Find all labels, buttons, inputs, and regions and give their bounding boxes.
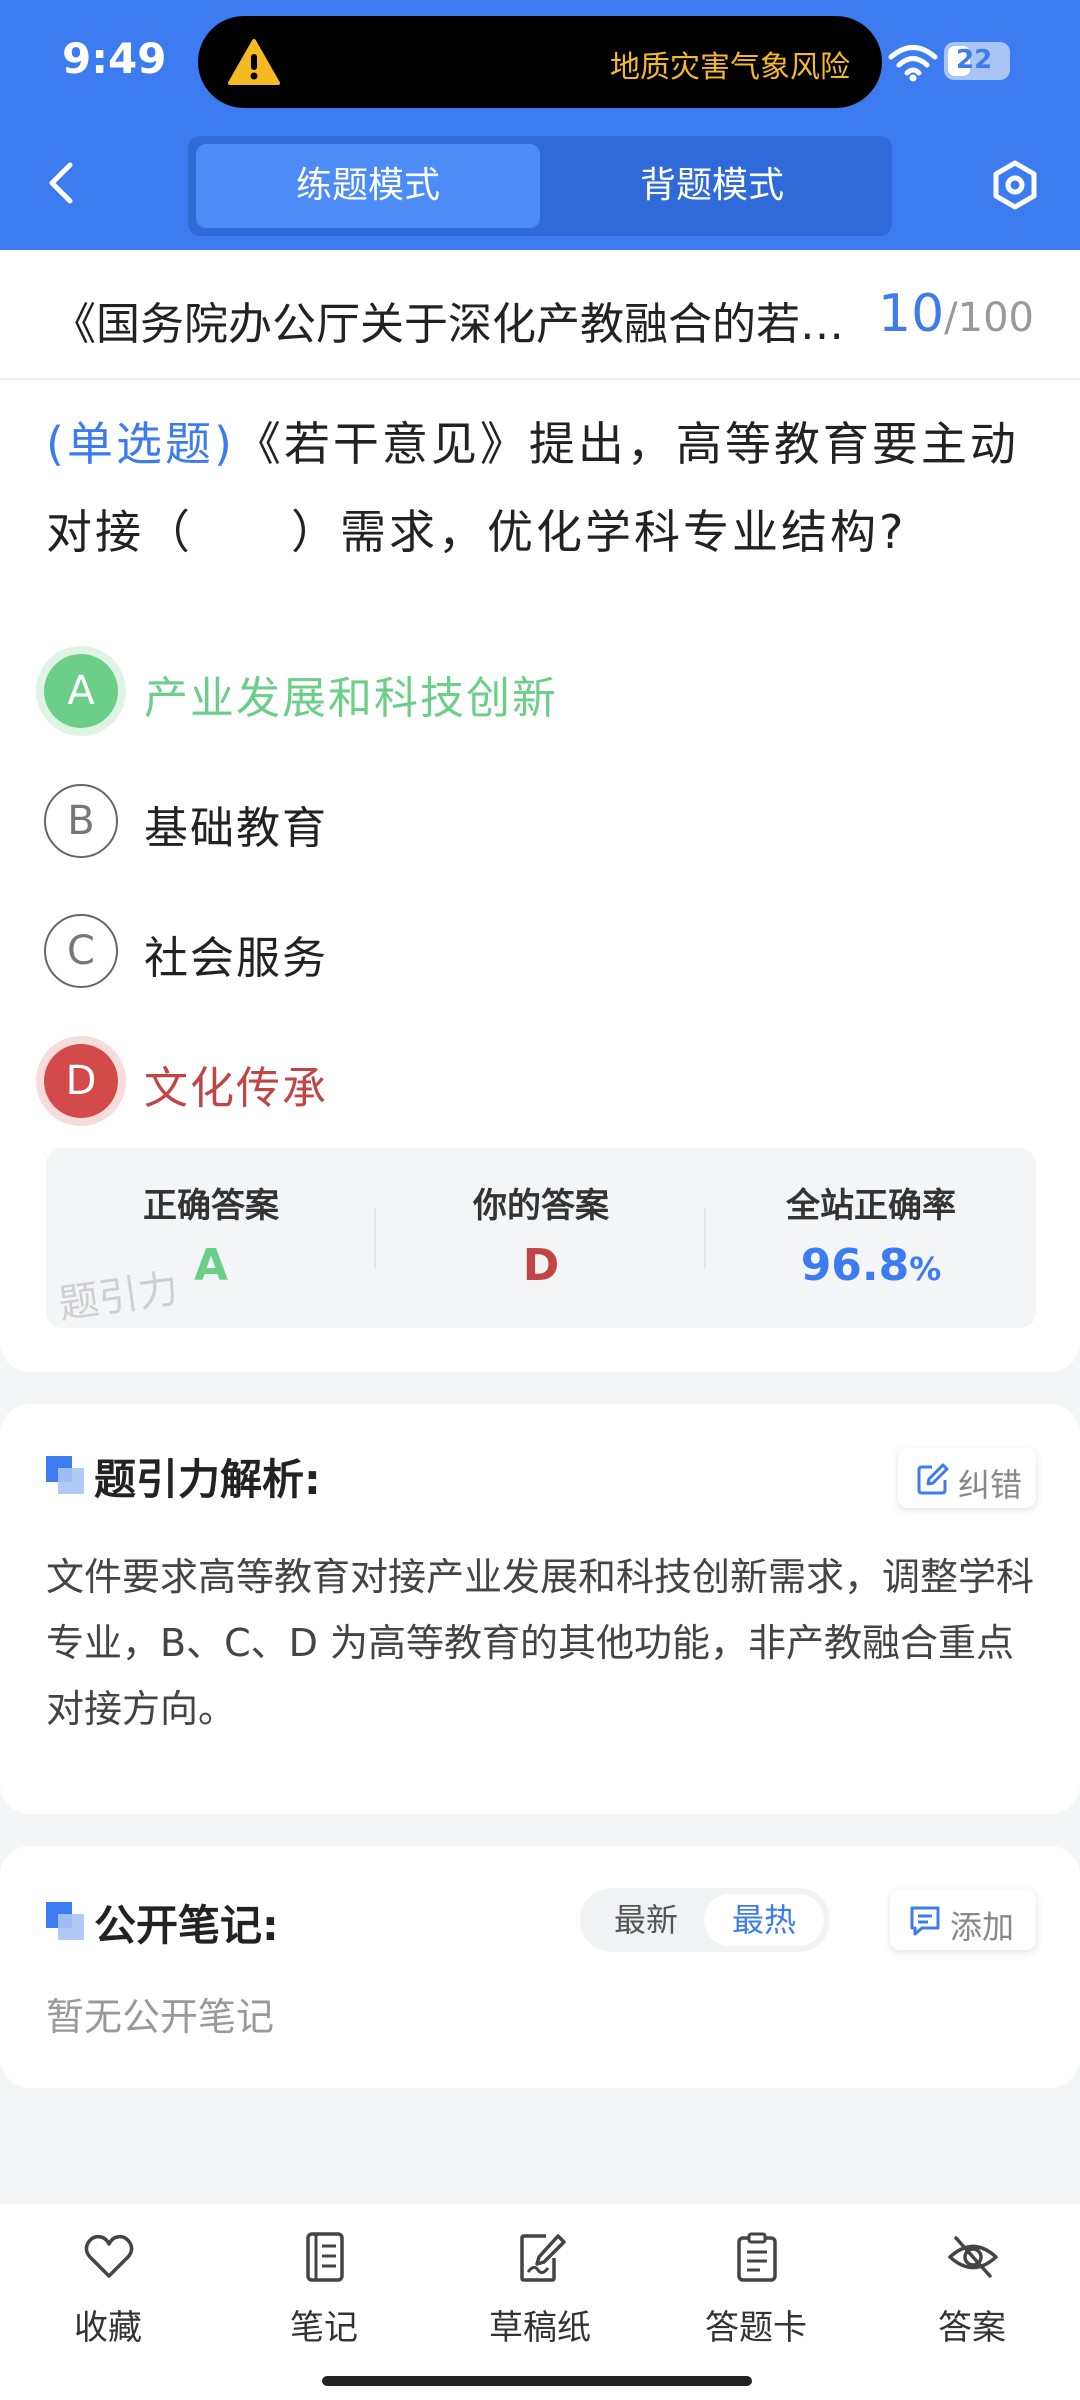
nav-favorite[interactable]: 收藏 (28, 2230, 188, 2360)
warning-icon (228, 39, 280, 85)
home-indicator[interactable] (322, 2376, 752, 2386)
notes-sort-toggle: 最新 最热 (580, 1888, 830, 1952)
empty-notes-text: 暂无公开笔记 (46, 1995, 275, 2039)
tab-practice-mode[interactable]: 练题模式 (196, 144, 540, 228)
correct-answer-label: 正确答案 (143, 1186, 279, 1226)
question-card: 《国务院办公厅关于深化产教融合的若干意见》 10/100 (单选题)《若干意见》… (0, 250, 1080, 1372)
notes-title: 公开笔记: (94, 1901, 279, 1950)
nav-label: 答题卡 (705, 2308, 807, 2348)
settings-icon[interactable] (990, 160, 1040, 210)
notebook-icon (306, 2232, 344, 2282)
explanation-card: 题引力解析: 纠错 文件要求高等教育对接产业发展和科技创新需求，调整学科专业，B… (0, 1404, 1080, 1814)
report-error-label: 纠错 (958, 1466, 1023, 1504)
option-label: 基础教育 (144, 803, 328, 854)
progress-current: 10 (877, 284, 945, 344)
heart-icon (84, 2234, 134, 2278)
tab-review-mode[interactable]: 背题模式 (540, 144, 884, 228)
question-progress[interactable]: 10/100 (878, 284, 1034, 344)
nav-label: 笔记 (290, 2308, 358, 2348)
eye-off-icon (948, 2236, 998, 2278)
nav-draft-paper[interactable]: 草稿纸 (460, 2230, 620, 2360)
your-answer-column: 你的答案 D (376, 1148, 706, 1328)
sort-hot-button[interactable]: 最热 (704, 1894, 824, 1946)
option-label: 社会服务 (144, 933, 328, 984)
section-squares-icon (46, 1456, 84, 1494)
answer-summary: 正确答案 A 你的答案 D 全站正确率 96.8% 题引力 (46, 1148, 1036, 1328)
progress-slash: / (944, 295, 958, 341)
app-header: 9:49 地质灾害气象风险 22 练题模式 背题模式 (0, 0, 1080, 250)
accuracy-unit: % (909, 1250, 942, 1288)
option-badge: B (44, 784, 118, 858)
status-bar: 9:49 地质灾害气象风险 22 (0, 0, 1080, 124)
option-label: 文化传承 (144, 1063, 328, 1114)
question-text: (单选题)《若干意见》提出，高等教育要主动对接（ ）需求，优化学科专业结构? (46, 400, 1036, 576)
back-arrow-icon[interactable] (40, 160, 84, 206)
sort-latest-button[interactable]: 最新 (586, 1894, 706, 1946)
your-answer-label: 你的答案 (473, 1186, 609, 1226)
document-title: 《国务院办公厅关于深化产教融合的若干意见》 (52, 299, 872, 350)
option-d[interactable]: D 文化传承 (44, 1044, 994, 1122)
explanation-text: 文件要求高等教育对接产业发展和科技创新需求，调整学科专业，B、C、D 为高等教育… (46, 1555, 1035, 1731)
draft-icon (520, 2234, 566, 2282)
report-error-button[interactable]: 纠错 (898, 1448, 1036, 1508)
option-b[interactable]: B 基础教育 (44, 784, 994, 862)
answer-card-icon (737, 2232, 777, 2282)
option-label: 产业发展和科技创新 (144, 673, 558, 724)
mode-switch: 练题模式 背题模式 (188, 136, 892, 236)
nav-show-answer[interactable]: 答案 (892, 2230, 1052, 2360)
question-type: (单选题) (46, 417, 235, 471)
add-note-button[interactable]: 添加 (890, 1890, 1036, 1950)
accuracy-column: 全站正确率 96.8% (706, 1148, 1036, 1328)
option-badge: A (44, 654, 118, 728)
add-note-label: 添加 (950, 1908, 1015, 1946)
edit-icon (917, 1463, 949, 1495)
comment-icon (910, 1906, 940, 1936)
nav-notes[interactable]: 笔记 (244, 2230, 404, 2360)
option-badge: C (44, 914, 118, 988)
accuracy-value: 96.8% (706, 1240, 1036, 1291)
wifi-icon (888, 45, 938, 82)
option-badge: D (44, 1044, 118, 1118)
your-answer-value: D (522, 1240, 560, 1291)
accuracy-label: 全站正确率 (786, 1186, 956, 1226)
alert-text: 地质灾害气象风险 (610, 50, 850, 85)
question-title-row: 《国务院办公厅关于深化产教融合的若干意见》 10/100 (0, 250, 1080, 380)
option-c[interactable]: C 社会服务 (44, 914, 994, 992)
explanation-title: 题引力解析: (94, 1455, 321, 1504)
nav-label: 草稿纸 (489, 2308, 591, 2348)
accuracy-number: 96.8 (800, 1240, 910, 1291)
status-time: 9:49 (62, 34, 167, 83)
dynamic-island-alert[interactable]: 地质灾害气象风险 (198, 16, 882, 108)
nav-label: 答案 (938, 2308, 1006, 2348)
section-squares-icon (46, 1902, 84, 1940)
bottom-toolbar: 收藏 笔记 草稿纸 答题卡 答案 (0, 2204, 1080, 2400)
nav-label: 收藏 (74, 2308, 142, 2348)
progress-total: 100 (957, 295, 1034, 341)
public-notes-card: 公开笔记: 最新 最热 添加 暂无公开笔记 (0, 1846, 1080, 2088)
battery-indicator: 22 (944, 42, 1010, 80)
nav-answer-card[interactable]: 答题卡 (676, 2230, 836, 2360)
battery-percent: 22 (956, 45, 993, 75)
option-a[interactable]: A 产业发展和科技创新 (44, 654, 994, 732)
